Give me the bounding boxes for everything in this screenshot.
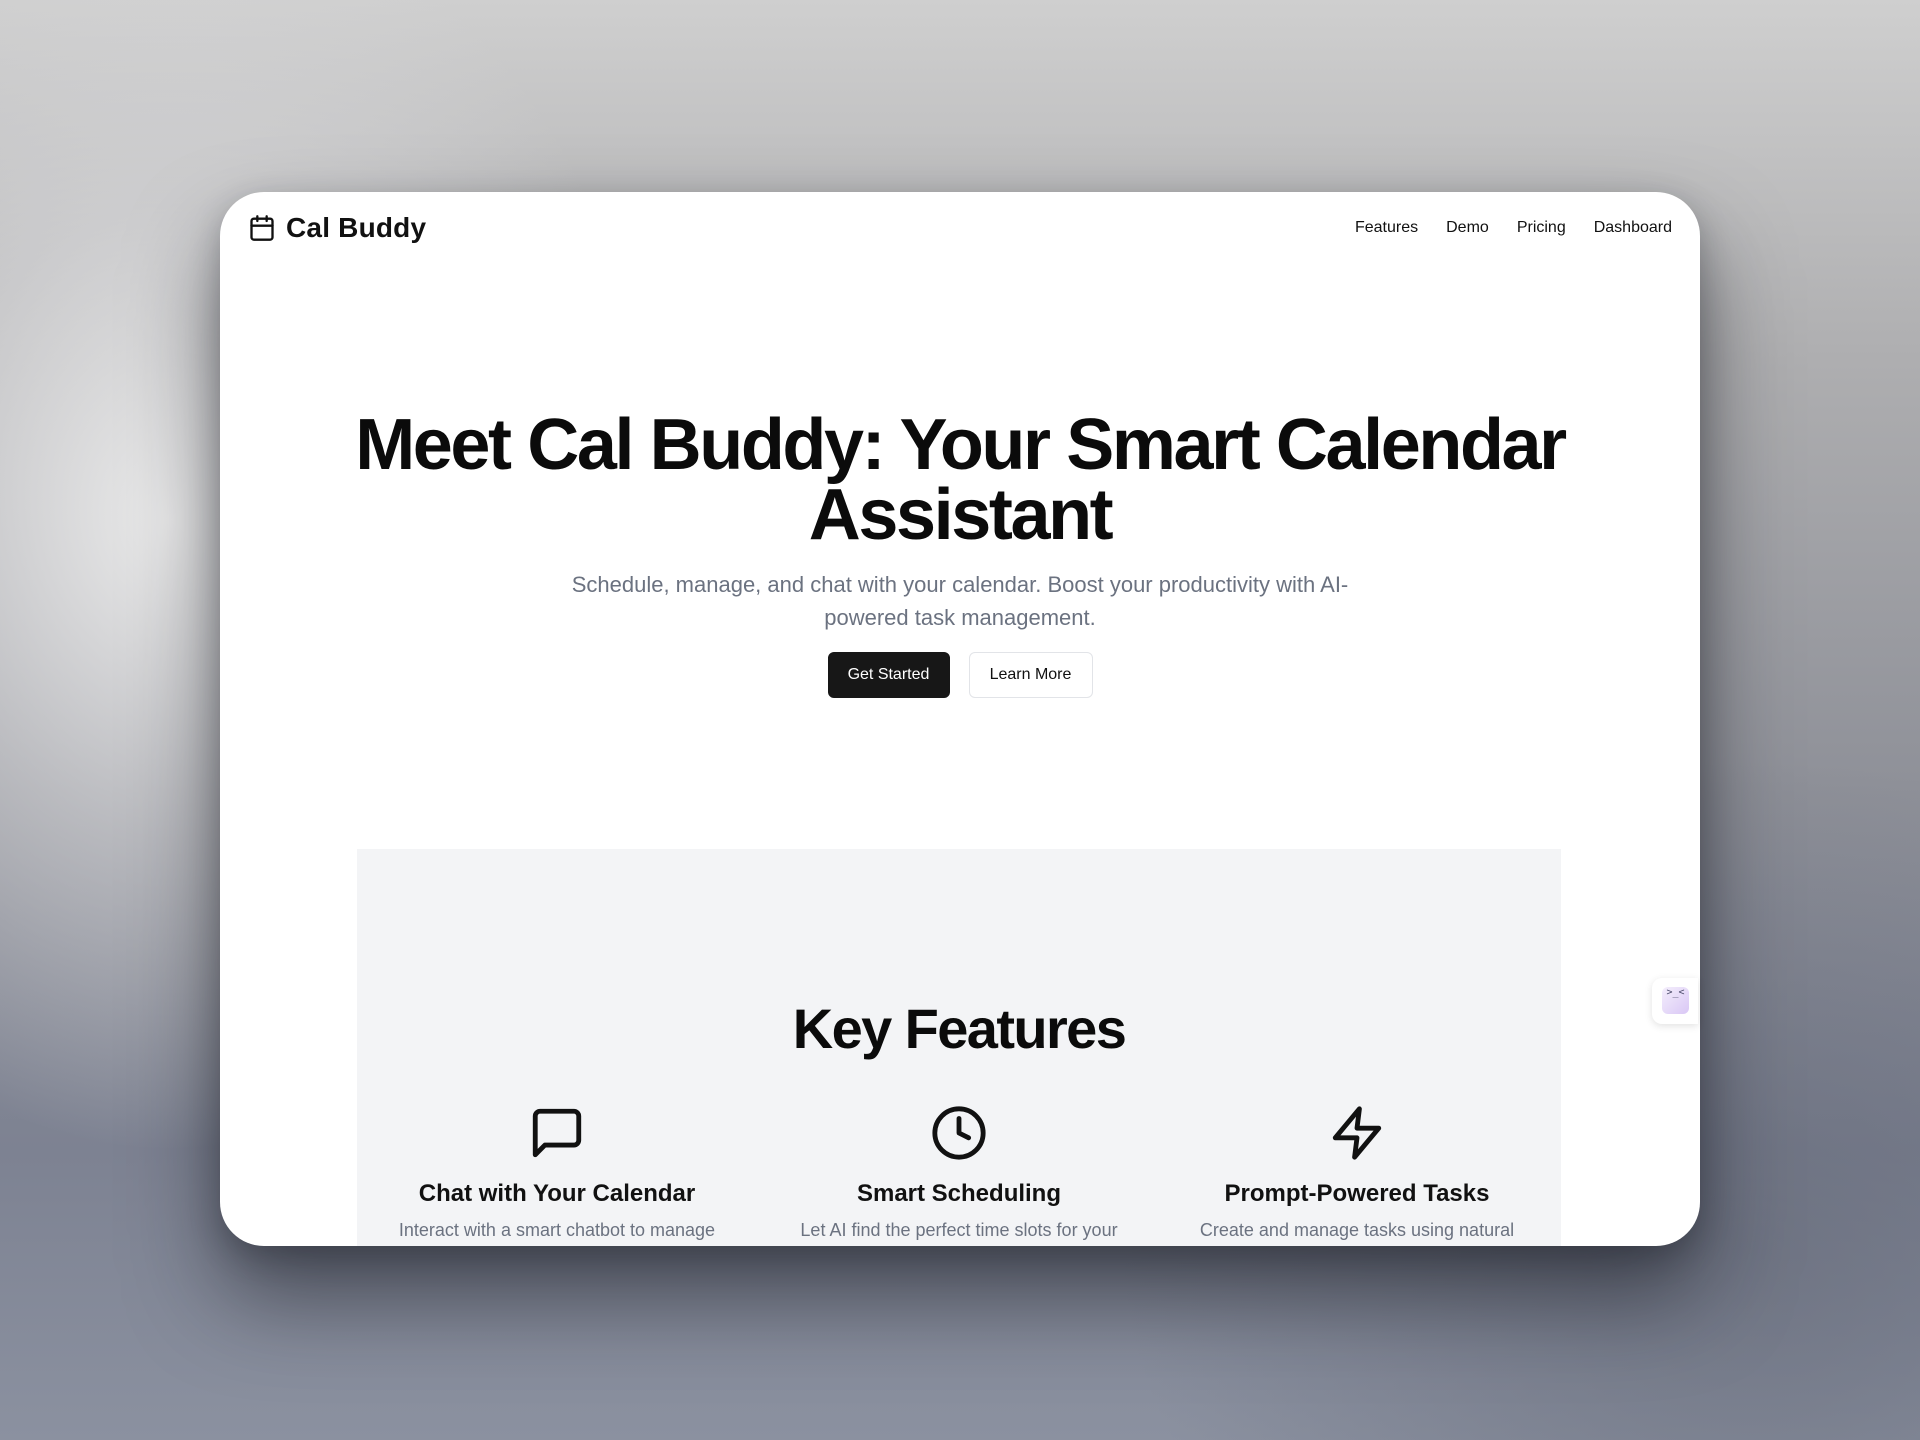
- brand-logo-link[interactable]: Cal Buddy: [248, 212, 426, 244]
- features-section: Key Features Chat with Your Calendar Int…: [357, 849, 1561, 1246]
- feature-description: Let AI find the perfect time slots for y…: [800, 1220, 1118, 1240]
- nav-link-pricing[interactable]: Pricing: [1517, 219, 1566, 237]
- nav-link-features[interactable]: Features: [1355, 219, 1418, 237]
- browser-window: Cal Buddy Features Demo Pricing Dashboar…: [220, 192, 1700, 1246]
- assistant-widget-button[interactable]: >_<: [1652, 978, 1698, 1024]
- learn-more-button[interactable]: Learn More: [968, 652, 1093, 698]
- get-started-button[interactable]: Get Started: [827, 652, 950, 698]
- hero-buttons: Get Started Learn More: [220, 652, 1700, 698]
- feature-title: Smart Scheduling: [856, 1180, 1062, 1207]
- feature-description: Create and manage tasks using natural: [1199, 1220, 1515, 1240]
- feature-card-tasks: Prompt-Powered Tasks Create and manage t…: [1157, 1104, 1557, 1243]
- feature-card-scheduling: Smart Scheduling Let AI find the perfect…: [759, 1104, 1159, 1243]
- top-navbar: Cal Buddy Features Demo Pricing Dashboar…: [220, 192, 1700, 268]
- brand-name: Cal Buddy: [286, 212, 427, 243]
- feature-description: Interact with a smart chatbot to manage: [398, 1220, 716, 1240]
- nav-link-demo[interactable]: Demo: [1446, 219, 1489, 237]
- hero-subtitle: Schedule, manage, and chat with your cal…: [571, 572, 1349, 630]
- feature-title: Chat with Your Calendar: [418, 1180, 696, 1207]
- terminal-icon: >_<: [1662, 987, 1689, 1014]
- clock-icon: [932, 1106, 986, 1160]
- nav-link-dashboard[interactable]: Dashboard: [1594, 219, 1672, 237]
- feature-title: Prompt-Powered Tasks: [1224, 1180, 1490, 1207]
- feature-card-chat: Chat with Your Calendar Interact with a …: [357, 1104, 757, 1243]
- message-square-icon: [532, 1108, 582, 1158]
- features-heading: Key Features: [792, 997, 1127, 1060]
- hero-title: Meet Cal Buddy: Your Smart Calendar Assi…: [355, 405, 1567, 555]
- calendar-icon: [250, 215, 274, 241]
- nav-links: Features Demo Pricing Dashboard: [1355, 219, 1672, 237]
- zap-icon: [1332, 1106, 1382, 1160]
